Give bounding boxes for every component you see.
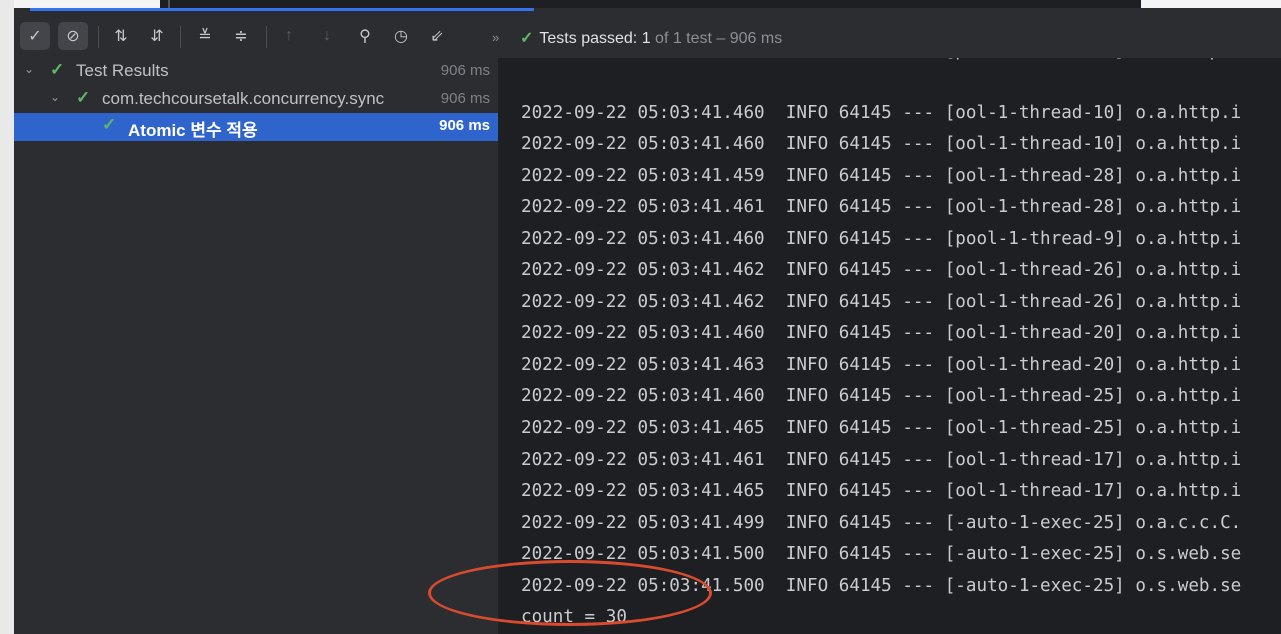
- previous-failed-button[interactable]: ↑: [274, 22, 304, 50]
- left-edge: [0, 0, 14, 634]
- background-region: [1141, 0, 1281, 8]
- sort-duration-icon: ⇵: [150, 28, 164, 45]
- check-icon: ✓: [102, 115, 117, 134]
- show-passed-button[interactable]: ✓: [20, 22, 50, 50]
- tree-row-time: 906 ms: [440, 62, 490, 79]
- pin-tab-button[interactable]: ⚲: [350, 22, 380, 50]
- collapse-all-icon: ≑: [234, 28, 248, 45]
- log-line: 2022-09-22 05:03:41.460 INFO 64145 --- […: [521, 58, 1241, 67]
- top-strip: [0, 0, 1281, 8]
- toolbar-separator: [266, 26, 267, 48]
- log-line: 2022-09-22 05:03:41.460 INFO 64145 --- […: [521, 134, 1242, 154]
- tree-row-time: 906 ms: [440, 90, 490, 107]
- toolbar-separator: [98, 26, 99, 48]
- tree-row-label: Test Results: [76, 61, 169, 80]
- tree-row-test-class[interactable]: ⌄ ✓ com.techcoursetalk.concurrency.sync …: [14, 86, 498, 114]
- status-count: 1: [641, 30, 651, 47]
- sort-alphabetically-button[interactable]: ⇅: [106, 22, 136, 50]
- log-line: 2022-09-22 05:03:41.463 INFO 64145 --- […: [521, 355, 1242, 375]
- expand-all-icon: ≚: [198, 28, 212, 45]
- toolbar-separator: [180, 26, 181, 48]
- test-results-tree: ⌄ ✓ Test Results 906 ms ⌄ ✓ com.techcour…: [14, 58, 498, 634]
- overflow-chevron-icon[interactable]: »: [492, 30, 499, 45]
- test-progress-bar: [30, 8, 534, 11]
- log-line: 2022-09-22 05:03:41.462 INFO 64145 --- […: [521, 260, 1242, 280]
- log-line: 2022-09-22 05:03:41.465 INFO 64145 --- […: [521, 418, 1242, 438]
- check-icon: ✓: [28, 28, 42, 45]
- collapse-all-button[interactable]: ≑: [226, 22, 256, 50]
- log-line: 2022-09-22 05:03:41.460 INFO 64145 --- […: [521, 386, 1242, 406]
- check-icon: ✓: [520, 30, 534, 47]
- tree-row-time: 906 ms: [439, 117, 490, 134]
- divider: [168, 0, 170, 8]
- log-line: 2022-09-22 05:03:41.461 INFO 64145 --- […: [521, 450, 1242, 470]
- log-line: 2022-09-22 05:03:41.499 INFO 64145 --- […: [521, 513, 1242, 533]
- import-icon: ⇙: [430, 28, 444, 45]
- log-line: 2022-09-22 05:03:41.461 INFO 64145 --- […: [521, 197, 1242, 217]
- log-line: 2022-09-22 05:03:41.465 INFO 64145 --- […: [521, 481, 1242, 501]
- tree-row-atomic-test[interactable]: ✓ Atomic 변수 적용 906 ms: [14, 113, 498, 141]
- ban-icon: ⊘: [66, 28, 80, 45]
- arrow-down-icon: ↓: [323, 27, 331, 44]
- import-tests-button[interactable]: ⇙: [422, 22, 452, 50]
- check-icon: ✓: [50, 60, 65, 79]
- test-runner-toolbar: ✓ ⊘ ⇅ ⇵ ≚ ≑ ↑ ↓ ⚲ ◷ ⇙ » ✓ Tests passed: 1…: [14, 8, 1281, 59]
- next-failed-button[interactable]: ↓: [312, 22, 342, 50]
- chevron-down-icon[interactable]: ⌄: [50, 90, 60, 104]
- expand-all-button[interactable]: ≚: [190, 22, 220, 50]
- status-prefix: Tests passed:: [539, 30, 642, 47]
- log-line: 2022-09-22 05:03:41.460 INFO 64145 --- […: [521, 323, 1242, 343]
- sort-alpha-icon: ⇅: [114, 28, 128, 45]
- arrow-up-icon: ↑: [285, 27, 293, 44]
- status-rest: of 1 test – 906 ms: [650, 30, 783, 47]
- log-line: 2022-09-22 05:03:41.459 INFO 64145 --- […: [521, 166, 1242, 186]
- log-line: 2022-09-22 05:03:41.462 INFO 64145 --- […: [521, 292, 1242, 312]
- pin-icon: ⚲: [359, 28, 371, 45]
- background-region: [0, 0, 160, 8]
- check-icon: ✓: [76, 88, 91, 107]
- test-history-button[interactable]: ◷: [386, 22, 416, 50]
- log-line: 2022-09-22 05:03:41.460 INFO 64145 --- […: [521, 103, 1242, 123]
- tree-row-test-results[interactable]: ⌄ ✓ Test Results 906 ms: [14, 58, 498, 86]
- tree-row-label: Atomic 변수 적용: [128, 121, 258, 140]
- history-icon: ◷: [394, 28, 408, 45]
- test-status: ✓ Tests passed: 1 of 1 test – 906 ms: [520, 28, 782, 48]
- chevron-down-icon[interactable]: ⌄: [24, 62, 34, 76]
- tree-row-label: com.techcoursetalk.concurrency.sync: [102, 89, 385, 108]
- show-ignored-button[interactable]: ⊘: [58, 22, 88, 50]
- annotation-circle: [428, 560, 712, 626]
- console-output: 2022-09-22 05:03:41.460 INFO 64145 --- […: [500, 58, 1281, 634]
- sort-by-duration-button[interactable]: ⇵: [142, 22, 172, 50]
- log-line: 2022-09-22 05:03:41.460 INFO 64145 --- […: [521, 229, 1242, 249]
